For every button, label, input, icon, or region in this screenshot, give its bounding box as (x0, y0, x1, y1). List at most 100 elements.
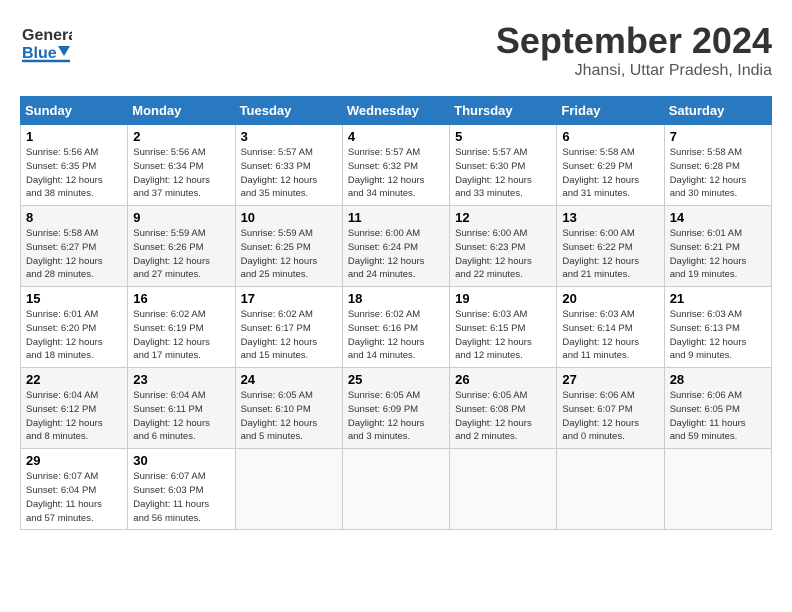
day-number: 7 (670, 129, 766, 144)
day-info: Sunrise: 5:59 AMSunset: 6:25 PMDaylight:… (241, 227, 337, 282)
day-number: 8 (26, 210, 122, 225)
day-info: Sunrise: 6:03 AMSunset: 6:15 PMDaylight:… (455, 308, 551, 363)
calendar-week-2: 8 Sunrise: 5:58 AMSunset: 6:27 PMDaylight… (21, 206, 772, 287)
day-info: Sunrise: 5:58 AMSunset: 6:27 PMDaylight:… (26, 227, 122, 282)
day-info: Sunrise: 5:58 AMSunset: 6:29 PMDaylight:… (562, 146, 658, 201)
day-number: 17 (241, 291, 337, 306)
day-info: Sunrise: 6:05 AMSunset: 6:10 PMDaylight:… (241, 389, 337, 444)
day-number: 25 (348, 372, 444, 387)
day-info: Sunrise: 6:06 AMSunset: 6:07 PMDaylight:… (562, 389, 658, 444)
day-number: 22 (26, 372, 122, 387)
calendar-week-5: 29Sunrise: 6:07 AMSunset: 6:04 PMDayligh… (21, 449, 772, 530)
calendar-cell: 25 Sunrise: 6:05 AMSunset: 6:09 PMDayligh… (342, 368, 449, 449)
calendar-cell: 3 Sunrise: 5:57 AMSunset: 6:33 PMDaylight… (235, 125, 342, 206)
weekday-header-wednesday: Wednesday (342, 97, 449, 125)
day-info: Sunrise: 6:03 AMSunset: 6:14 PMDaylight:… (562, 308, 658, 363)
weekday-header-monday: Monday (128, 97, 235, 125)
day-info: Sunrise: 6:01 AMSunset: 6:21 PMDaylight:… (670, 227, 766, 282)
day-info: Sunrise: 6:04 AMSunset: 6:12 PMDaylight:… (26, 389, 122, 444)
calendar-cell: 19Sunrise: 6:03 AMSunset: 6:15 PMDayligh… (450, 287, 557, 368)
day-info: Sunrise: 5:59 AMSunset: 6:26 PMDaylight:… (133, 227, 229, 282)
day-info: Sunrise: 6:07 AMSunset: 6:04 PMDaylight:… (26, 470, 122, 525)
calendar-cell: 20Sunrise: 6:03 AMSunset: 6:14 PMDayligh… (557, 287, 664, 368)
day-number: 26 (455, 372, 551, 387)
calendar-cell: 6 Sunrise: 5:58 AMSunset: 6:29 PMDaylight… (557, 125, 664, 206)
day-number: 4 (348, 129, 444, 144)
calendar-cell: 2 Sunrise: 5:56 AMSunset: 6:34 PMDaylight… (128, 125, 235, 206)
day-info: Sunrise: 5:57 AMSunset: 6:33 PMDaylight:… (241, 146, 337, 201)
calendar-cell: 1Sunrise: 5:56 AMSunset: 6:35 PMDaylight… (21, 125, 128, 206)
day-number: 15 (26, 291, 122, 306)
logo: General Blue (20, 20, 72, 64)
day-number: 10 (241, 210, 337, 225)
day-number: 27 (562, 372, 658, 387)
calendar-cell: 16 Sunrise: 6:02 AMSunset: 6:19 PMDayligh… (128, 287, 235, 368)
weekday-header-saturday: Saturday (664, 97, 771, 125)
day-number: 6 (562, 129, 658, 144)
day-number: 13 (562, 210, 658, 225)
calendar-cell: 23 Sunrise: 6:04 AMSunset: 6:11 PMDayligh… (128, 368, 235, 449)
calendar-body: 1Sunrise: 5:56 AMSunset: 6:35 PMDaylight… (21, 125, 772, 530)
weekday-header-row: SundayMondayTuesdayWednesdayThursdayFrid… (21, 97, 772, 125)
page-header: General Blue September 2024 Jhansi, Utta… (20, 20, 772, 80)
day-number: 3 (241, 129, 337, 144)
day-number: 2 (133, 129, 229, 144)
day-number: 18 (348, 291, 444, 306)
day-info: Sunrise: 6:04 AMSunset: 6:11 PMDaylight:… (133, 389, 229, 444)
calendar-cell (450, 449, 557, 530)
calendar-cell: 27 Sunrise: 6:06 AMSunset: 6:07 PMDayligh… (557, 368, 664, 449)
day-info: Sunrise: 6:00 AMSunset: 6:22 PMDaylight:… (562, 227, 658, 282)
calendar-cell (342, 449, 449, 530)
day-info: Sunrise: 6:02 AMSunset: 6:16 PMDaylight:… (348, 308, 444, 363)
day-number: 24 (241, 372, 337, 387)
day-info: Sunrise: 5:56 AMSunset: 6:34 PMDaylight:… (133, 146, 229, 201)
calendar-cell: 26 Sunrise: 6:05 AMSunset: 6:08 PMDayligh… (450, 368, 557, 449)
logo-icon: General Blue (20, 20, 72, 64)
calendar-cell: 5Sunrise: 5:57 AMSunset: 6:30 PMDaylight… (450, 125, 557, 206)
calendar-table: SundayMondayTuesdayWednesdayThursdayFrid… (20, 96, 772, 530)
day-info: Sunrise: 6:02 AMSunset: 6:19 PMDaylight:… (133, 308, 229, 363)
day-number: 11 (348, 210, 444, 225)
day-number: 23 (133, 372, 229, 387)
day-info: Sunrise: 6:00 AMSunset: 6:24 PMDaylight:… (348, 227, 444, 282)
calendar-cell: 9 Sunrise: 5:59 AMSunset: 6:26 PMDaylight… (128, 206, 235, 287)
calendar-cell (664, 449, 771, 530)
day-info: Sunrise: 5:56 AMSunset: 6:35 PMDaylight:… (26, 146, 122, 201)
calendar-cell: 8 Sunrise: 5:58 AMSunset: 6:27 PMDaylight… (21, 206, 128, 287)
weekday-header-sunday: Sunday (21, 97, 128, 125)
calendar-cell: 10 Sunrise: 5:59 AMSunset: 6:25 PMDayligh… (235, 206, 342, 287)
calendar-cell: 22 Sunrise: 6:04 AMSunset: 6:12 PMDayligh… (21, 368, 128, 449)
calendar-cell: 4Sunrise: 5:57 AMSunset: 6:32 PMDaylight… (342, 125, 449, 206)
calendar-week-4: 22 Sunrise: 6:04 AMSunset: 6:12 PMDayligh… (21, 368, 772, 449)
day-info: Sunrise: 6:05 AMSunset: 6:09 PMDaylight:… (348, 389, 444, 444)
calendar-cell (235, 449, 342, 530)
day-info: Sunrise: 6:05 AMSunset: 6:08 PMDaylight:… (455, 389, 551, 444)
weekday-header-tuesday: Tuesday (235, 97, 342, 125)
day-number: 16 (133, 291, 229, 306)
location-title: Jhansi, Uttar Pradesh, India (496, 62, 772, 80)
day-number: 21 (670, 291, 766, 306)
calendar-week-3: 15Sunrise: 6:01 AMSunset: 6:20 PMDayligh… (21, 287, 772, 368)
day-info: Sunrise: 6:00 AMSunset: 6:23 PMDaylight:… (455, 227, 551, 282)
day-number: 28 (670, 372, 766, 387)
calendar-cell: 17 Sunrise: 6:02 AMSunset: 6:17 PMDayligh… (235, 287, 342, 368)
calendar-cell: 13 Sunrise: 6:00 AMSunset: 6:22 PMDayligh… (557, 206, 664, 287)
day-info: Sunrise: 6:02 AMSunset: 6:17 PMDaylight:… (241, 308, 337, 363)
day-number: 14 (670, 210, 766, 225)
day-info: Sunrise: 6:06 AMSunset: 6:05 PMDaylight:… (670, 389, 766, 444)
svg-text:Blue: Blue (22, 45, 57, 62)
weekday-header-thursday: Thursday (450, 97, 557, 125)
day-info: Sunrise: 5:58 AMSunset: 6:28 PMDaylight:… (670, 146, 766, 201)
calendar-cell: 15Sunrise: 6:01 AMSunset: 6:20 PMDayligh… (21, 287, 128, 368)
calendar-cell: 21 Sunrise: 6:03 AMSunset: 6:13 PMDayligh… (664, 287, 771, 368)
calendar-cell: 30Sunrise: 6:07 AMSunset: 6:03 PMDayligh… (128, 449, 235, 530)
day-number: 12 (455, 210, 551, 225)
calendar-cell: 12 Sunrise: 6:00 AMSunset: 6:23 PMDayligh… (450, 206, 557, 287)
title-block: September 2024 Jhansi, Uttar Pradesh, In… (496, 20, 772, 80)
day-info: Sunrise: 6:03 AMSunset: 6:13 PMDaylight:… (670, 308, 766, 363)
calendar-cell (557, 449, 664, 530)
calendar-cell: 11 Sunrise: 6:00 AMSunset: 6:24 PMDayligh… (342, 206, 449, 287)
calendar-cell: 18 Sunrise: 6:02 AMSunset: 6:16 PMDayligh… (342, 287, 449, 368)
day-number: 9 (133, 210, 229, 225)
calendar-cell: 7 Sunrise: 5:58 AMSunset: 6:28 PMDaylight… (664, 125, 771, 206)
